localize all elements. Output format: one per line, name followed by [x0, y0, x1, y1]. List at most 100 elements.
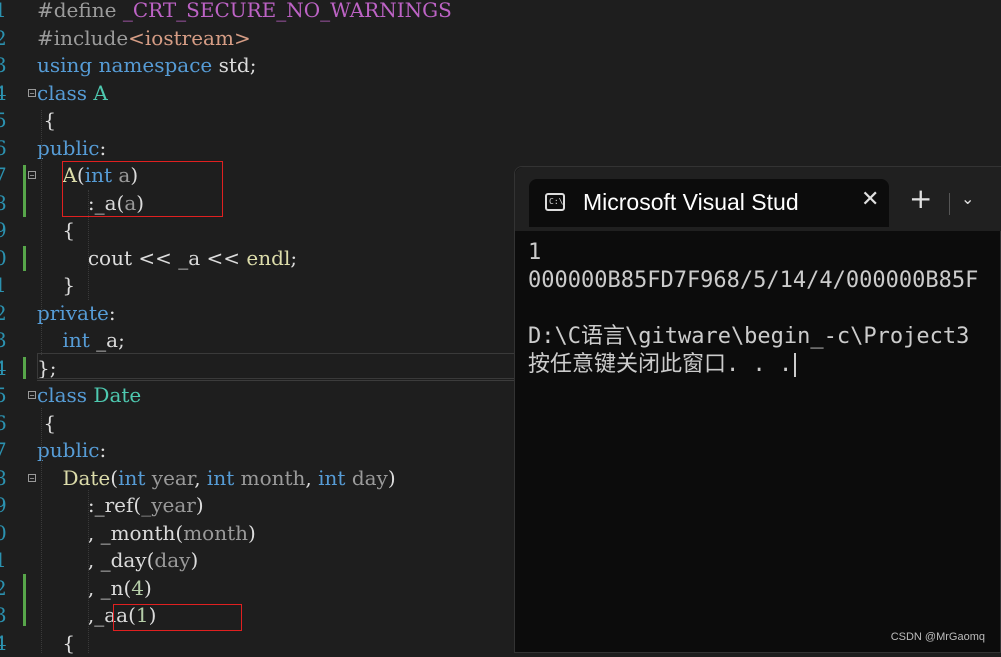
line-number: 8: [0, 465, 6, 493]
terminal-output-line: 1: [528, 239, 541, 267]
code-line[interactable]: , _n(4): [37, 575, 152, 603]
code-token: day: [352, 466, 388, 490]
code-line[interactable]: public:: [37, 135, 106, 163]
code-line[interactable]: :_ref(_year): [37, 492, 204, 520]
watermark: CSDN @MrGaomq: [891, 631, 985, 643]
code-token: std;: [212, 53, 256, 77]
line-number: 2: [0, 25, 6, 53]
code-line[interactable]: , _month(month): [37, 520, 256, 548]
current-line-highlight: [37, 353, 517, 379]
code-line[interactable]: using namespace std;: [37, 52, 256, 80]
terminal-tab[interactable]: C:\ Microsoft Visual Stud ✕: [529, 179, 889, 227]
code-line[interactable]: int _a;: [37, 327, 125, 355]
code-token: endl: [246, 246, 290, 270]
line-number: 7: [0, 162, 6, 190]
code-token: Date: [62, 466, 110, 490]
code-token: class: [37, 81, 87, 105]
line-number: 2: [0, 575, 6, 603]
line-number: 0: [0, 520, 6, 548]
change-marker: [23, 574, 26, 626]
code-token: _month: [101, 521, 176, 545]
code-token: int: [207, 466, 234, 490]
code-token: using: [37, 53, 92, 77]
code-token: ,: [305, 466, 318, 490]
code-token: :: [99, 136, 106, 160]
line-number: 8: [0, 190, 6, 218]
code-line[interactable]: private:: [37, 300, 116, 328]
code-token: (: [110, 466, 118, 490]
chevron-down-icon[interactable]: ⌄: [961, 189, 974, 208]
line-number: 9: [0, 492, 6, 520]
code-token: ,: [37, 603, 94, 627]
code-line[interactable]: class A: [37, 80, 108, 108]
code-token: {: [37, 411, 56, 435]
code-token: _a: [178, 246, 200, 270]
code-line[interactable]: {: [37, 107, 56, 135]
indent-guide: [41, 110, 43, 355]
line-number: 6: [0, 410, 6, 438]
new-tab-icon[interactable]: +: [909, 185, 932, 213]
line-number: 3: [0, 602, 6, 630]
code-token: #include: [37, 26, 128, 50]
code-token: Date: [93, 383, 141, 407]
line-number: 5: [0, 107, 6, 135]
code-line[interactable]: Date(int year, int month, int day): [37, 465, 396, 493]
terminal-output-line: 000000B85FD7F968/5/14/4/000000B85F: [528, 267, 978, 295]
text-cursor: [794, 353, 796, 377]
code-token: public: [37, 438, 99, 462]
code-token: month: [241, 466, 306, 490]
code-token: ): [190, 548, 198, 572]
code-token: int: [318, 466, 345, 490]
code-token: ,: [37, 576, 101, 600]
code-line[interactable]: #include<iostream>: [37, 25, 251, 53]
code-token: ;: [118, 328, 125, 352]
code-token: public: [37, 136, 99, 160]
fold-toggle[interactable]: −: [28, 391, 36, 399]
red-highlight-box: [62, 161, 223, 217]
terminal-window[interactable]: C:\ Microsoft Visual Stud ✕ + ⌄ 1 000000…: [514, 166, 1001, 653]
code-token: int: [118, 466, 145, 490]
line-number: 1: [0, 0, 6, 25]
code-token: _CRT_SECURE_NO_WARNINGS: [123, 0, 452, 22]
terminal-prompt-text: 按任意键关闭此窗口. . .: [528, 352, 792, 377]
code-token: day: [154, 548, 190, 572]
code-line[interactable]: public:: [37, 437, 106, 465]
line-number: 7: [0, 437, 6, 465]
line-number: 9: [0, 217, 6, 245]
code-token: ): [144, 576, 152, 600]
code-token: month: [183, 521, 248, 545]
code-token: ,: [37, 548, 101, 572]
code-token: namespace: [99, 53, 213, 77]
line-number: 5: [0, 382, 6, 410]
code-token: private: [37, 301, 109, 325]
code-token: ,: [194, 466, 207, 490]
code-token: _year: [141, 493, 196, 517]
red-highlight-box: [113, 604, 242, 631]
change-marker: [23, 357, 26, 379]
code-line[interactable]: cout << _a << endl;: [37, 245, 297, 273]
code-token: :: [109, 301, 116, 325]
code-token: _ref: [95, 493, 134, 517]
code-token: :: [99, 438, 106, 462]
code-line[interactable]: , _day(day): [37, 547, 198, 575]
line-number: 1: [0, 547, 6, 575]
code-token: _day: [101, 548, 147, 572]
code-line[interactable]: #define _CRT_SECURE_NO_WARNINGS: [37, 0, 452, 25]
code-line[interactable]: class Date: [37, 382, 141, 410]
code-token: #define: [37, 0, 123, 22]
code-token: :: [37, 493, 95, 517]
code-token: <<: [200, 246, 246, 270]
code-line[interactable]: {: [37, 410, 56, 438]
line-number: 1: [0, 272, 6, 300]
fold-toggle[interactable]: −: [28, 474, 36, 482]
terminal-prompt-line: 按任意键关闭此窗口. . .: [528, 351, 796, 379]
line-number: 4: [0, 80, 6, 108]
code-token: ): [388, 466, 396, 490]
close-icon[interactable]: ✕: [861, 187, 879, 212]
fold-toggle[interactable]: −: [28, 89, 36, 97]
line-number: 3: [0, 327, 6, 355]
code-token: cout <<: [37, 246, 178, 270]
fold-toggle[interactable]: −: [28, 171, 36, 179]
code-token: int: [62, 328, 89, 352]
console-icon: C:\: [545, 193, 565, 211]
